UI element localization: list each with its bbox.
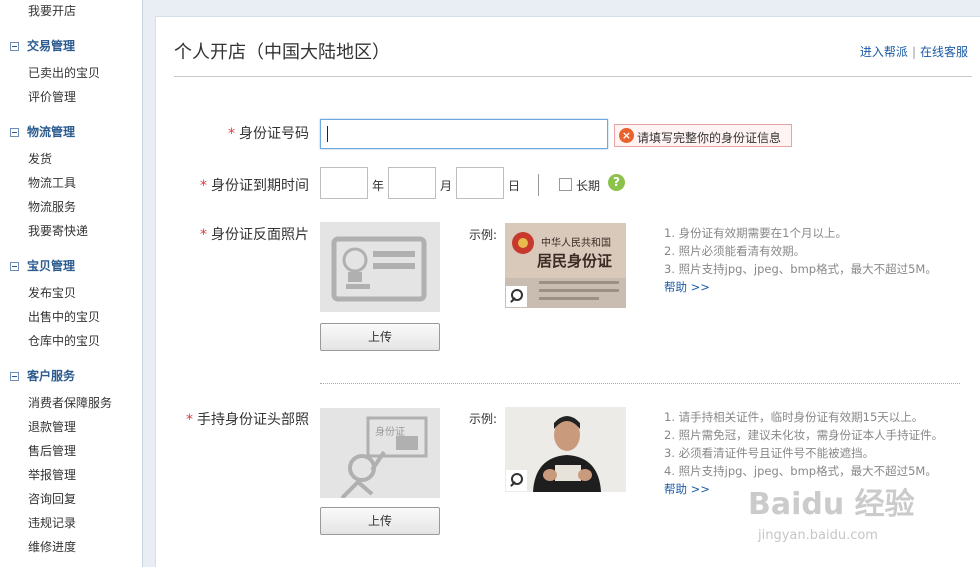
sample-id-back-image: 中华人民共和国 居民身份证 [505, 223, 626, 308]
sample-card-subtitle: 居民身份证 [537, 252, 613, 270]
sidebar-item-protection[interactable]: 消费者保障服务 [28, 394, 112, 411]
sidebar-section-logistics[interactable]: 物流管理 [10, 123, 75, 140]
collapse-icon[interactable] [10, 128, 19, 137]
sidebar-item-logistics-tools[interactable]: 物流工具 [28, 174, 76, 191]
zoom-icon[interactable] [506, 286, 527, 307]
example-label: 示例: [469, 228, 498, 242]
sidebar-item-after-sales[interactable]: 售后管理 [28, 442, 76, 459]
sidebar-item-publish[interactable]: 发布宝贝 [28, 284, 76, 301]
collapse-icon[interactable] [10, 262, 19, 271]
sidebar-item-reviews[interactable]: 评价管理 [28, 88, 76, 105]
sidebar-section-items[interactable]: 宝贝管理 [10, 257, 75, 274]
main-panel: 个人开店（中国大陆地区） 进入帮派 | 在线客服 * 身份证号码 × 请填写完整你的身份… [155, 16, 980, 567]
id-number-input[interactable] [320, 119, 608, 149]
id-error-tip: × 请填写完整你的身份证信息 [614, 124, 792, 147]
error-icon: × [619, 128, 634, 143]
back-photo-label: * 身份证反面照片 [200, 227, 309, 243]
help-icon[interactable]: ? [608, 174, 625, 191]
section-divider [320, 383, 960, 384]
join-group-link[interactable]: 进入帮派 [860, 45, 908, 59]
expiry-label: * 身份证到期时间 [200, 178, 309, 194]
collapse-icon[interactable] [10, 42, 19, 51]
sidebar-item-reports[interactable]: 举报管理 [28, 466, 76, 483]
sidebar-item-ship[interactable]: 发货 [28, 150, 52, 167]
zoom-icon[interactable] [506, 470, 527, 491]
collapse-icon[interactable] [10, 372, 19, 381]
example-label: 示例: [469, 412, 498, 426]
hold-id-icon [340, 416, 428, 500]
expiry-month-input[interactable] [388, 167, 436, 199]
watermark-url: jingyan.baidu.com [758, 528, 878, 543]
hold-photo-label: * 手持身份证头部照 [186, 412, 309, 428]
sidebar-item-send-express[interactable]: 我要寄快递 [28, 222, 88, 239]
long-term-label: 长期 [576, 179, 601, 193]
date-divider [538, 174, 539, 196]
sidebar-item-open-shop[interactable]: 我要开店 [28, 2, 76, 19]
sidebar-item-inquiry[interactable]: 咨询回复 [28, 490, 76, 507]
sidebar: 我要开店 交易管理 已卖出的宝贝 评价管理 物流管理 发货 物流工具 物流服务 … [0, 0, 143, 567]
year-unit: 年 [372, 179, 385, 193]
sidebar-section-customer[interactable]: 客户服务 [10, 367, 75, 384]
hold-photo-placeholder: 身份证 [320, 408, 440, 500]
sidebar-item-sold[interactable]: 已卖出的宝贝 [28, 64, 100, 81]
day-unit: 日 [508, 179, 521, 193]
sidebar-item-logistics-service[interactable]: 物流服务 [28, 198, 76, 215]
id-card-icon [331, 236, 427, 302]
sidebar-item-violations[interactable]: 违规记录 [28, 514, 76, 531]
sidebar-item-repair[interactable]: 维修进度 [28, 538, 76, 555]
id-number-label: * 身份证号码 [228, 126, 309, 142]
card-text: 身份证 [375, 427, 405, 438]
sidebar-item-refunds[interactable]: 退款管理 [28, 418, 76, 435]
back-help-link[interactable]: 帮助 >> [664, 278, 937, 296]
back-photo-placeholder [320, 222, 440, 312]
watermark-logo: Baidu 经验 [748, 487, 915, 522]
expiry-day-input[interactable] [456, 167, 504, 199]
page-title: 个人开店（中国大陆地区） [174, 42, 390, 63]
header-links: 进入帮派 | 在线客服 [860, 43, 968, 60]
sample-card-title: 中华人民共和国 [541, 238, 611, 249]
sidebar-section-trade[interactable]: 交易管理 [10, 37, 75, 54]
long-term-checkbox[interactable] [559, 178, 572, 191]
sidebar-item-warehouse[interactable]: 仓库中的宝贝 [28, 332, 100, 349]
header-divider [174, 76, 972, 77]
expiry-year-input[interactable] [320, 167, 368, 199]
online-service-link[interactable]: 在线客服 [920, 45, 968, 59]
sidebar-item-on-sale[interactable]: 出售中的宝贝 [28, 308, 100, 325]
upload-hold-button[interactable]: 上传 [320, 507, 440, 535]
sample-hold-id-image [505, 407, 626, 492]
text-caret [327, 126, 328, 142]
link-separator: | [911, 45, 916, 59]
month-unit: 月 [440, 179, 453, 193]
back-photo-tips: 1. 身份证有效期需要在1个月以上。 2. 照片必须能看清有效期。 3. 照片支… [664, 226, 937, 296]
upload-back-button[interactable]: 上传 [320, 323, 440, 351]
